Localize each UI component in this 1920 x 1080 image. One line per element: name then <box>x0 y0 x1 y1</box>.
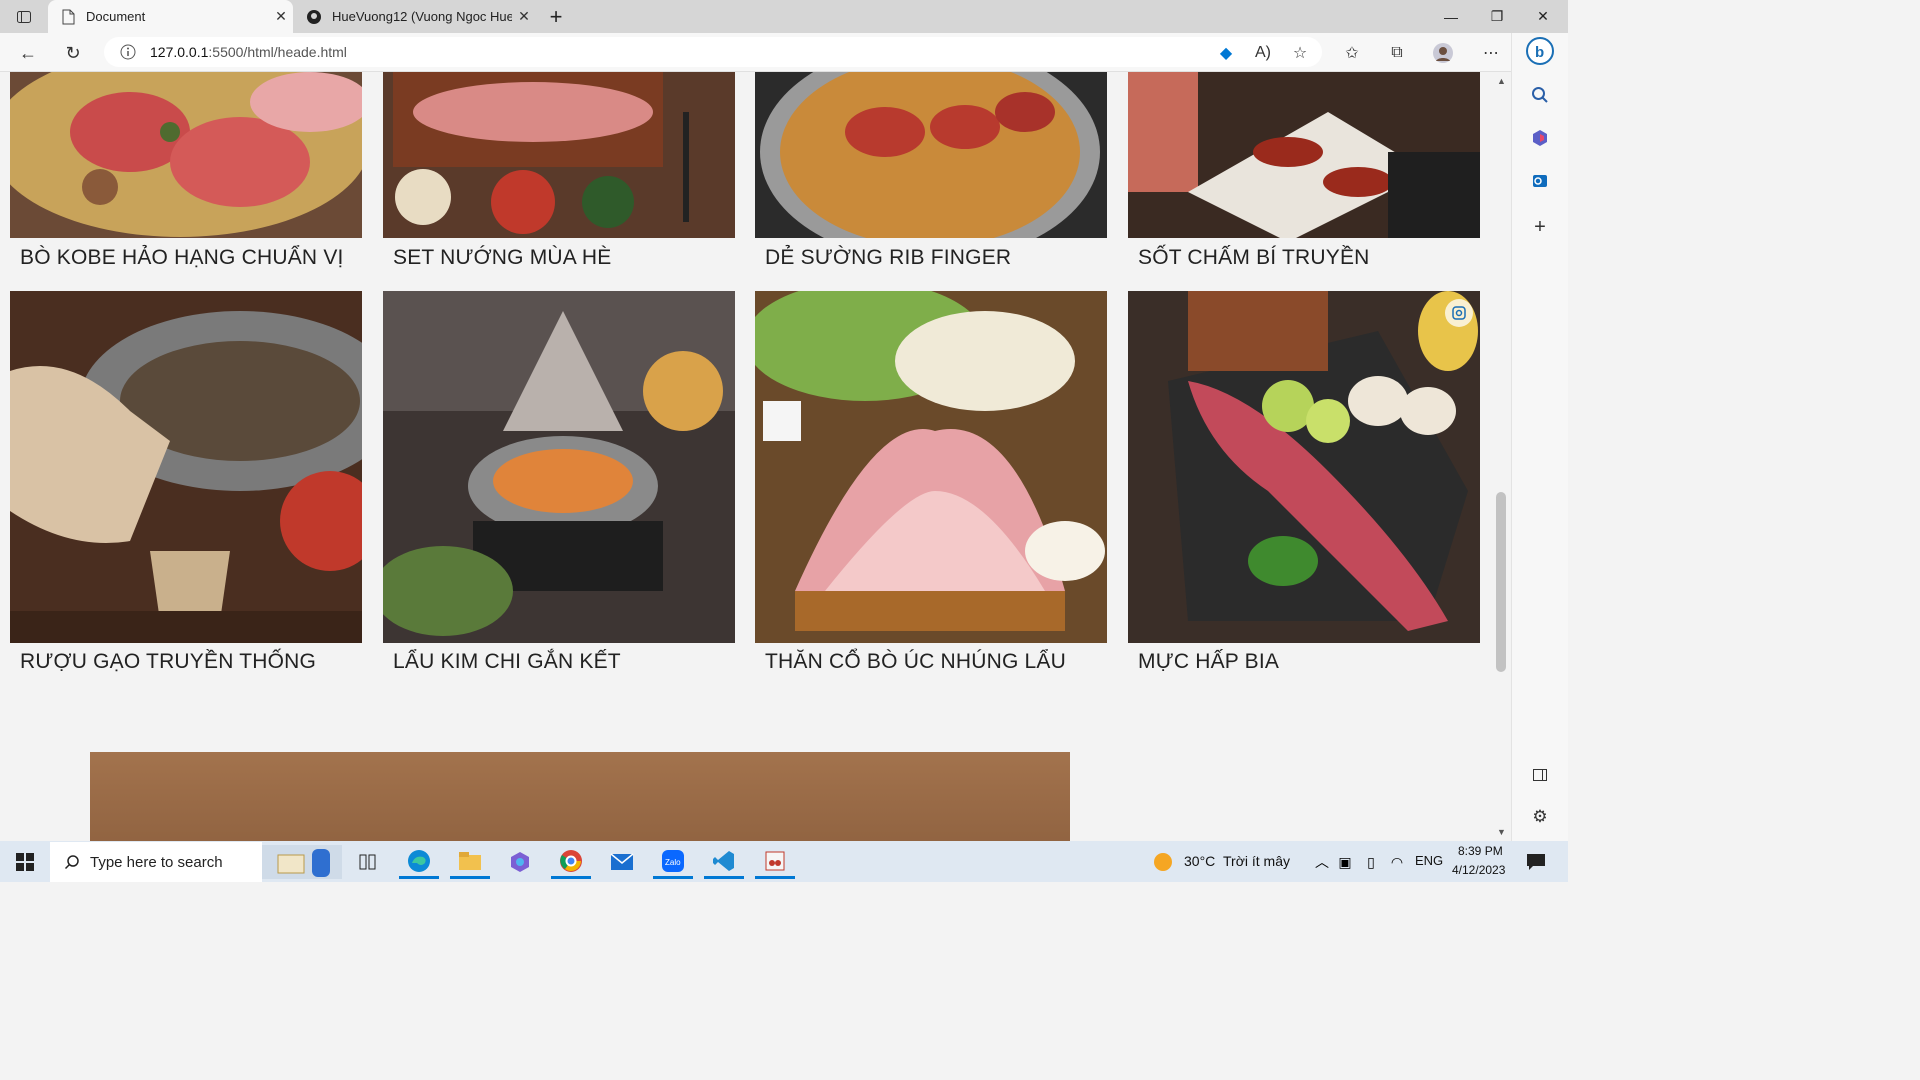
new-tab-button[interactable]: + <box>542 0 570 33</box>
info-icon <box>120 44 136 60</box>
scroll-down-icon[interactable]: ▼ <box>1497 827 1506 837</box>
back-button[interactable]: ← <box>12 37 44 69</box>
menu-item-title: BÒ KOBE HẢO HẠNG CHUẨN VỊ <box>20 246 344 269</box>
mail-icon[interactable] <box>602 845 642 879</box>
task-view-icon[interactable] <box>348 845 388 879</box>
menu-item-title: RƯỢU GẠO TRUYỀN THỐNG <box>20 650 317 673</box>
more-options-icon[interactable]: ⋯ <box>1479 41 1503 65</box>
address-bar[interactable]: 127.0.0.1:5500/html/heade.html <box>104 37 1322 67</box>
tab-document[interactable]: Document ✕ <box>48 0 293 33</box>
minimize-button[interactable]: — <box>1428 0 1474 33</box>
plus-icon: + <box>549 3 563 29</box>
close-icon: ✕ <box>1537 8 1549 24</box>
weather-icon[interactable] <box>1143 845 1183 879</box>
github-icon <box>306 9 322 25</box>
wifi-icon[interactable]: ◠ <box>1382 845 1412 879</box>
tab-title: Document <box>86 9 146 24</box>
notifications-icon[interactable] <box>1516 845 1556 879</box>
tab-actions-icon <box>16 9 32 25</box>
food-image <box>755 291 1107 643</box>
tab-title: HueVuong12 (Vuong Ngoc Hue) <box>332 9 512 24</box>
collections-icon[interactable]: ⧉ <box>1385 41 1409 65</box>
search-icon <box>64 854 80 870</box>
url-path: :5500/html/heade.html <box>208 44 347 60</box>
language-indicator[interactable]: ENG <box>1415 853 1443 868</box>
search-icon[interactable] <box>1526 81 1554 109</box>
visual-search-icon[interactable] <box>1445 299 1473 327</box>
edge-sidebar: b + ⚙ <box>1511 33 1568 841</box>
search-highlight-image[interactable] <box>262 845 342 879</box>
windows-taskbar: Type here to search Zalo 30°C Trời ít mâ… <box>0 841 1568 882</box>
office-icon[interactable] <box>1526 124 1554 152</box>
food-image <box>1128 291 1480 643</box>
tab-strip: Document ✕ HueVuong12 (Vuong Ngoc Hue) ✕… <box>0 0 1568 33</box>
banner-image <box>90 752 1070 841</box>
snipping-tool-icon[interactable] <box>755 845 795 879</box>
search-placeholder: Type here to search <box>90 853 223 871</box>
zalo-icon[interactable]: Zalo <box>653 845 693 879</box>
page-viewport: BÒ KOBE HẢO HẠNG CHUẨN VỊ SET NƯỚNG MÙA … <box>0 72 1510 841</box>
restore-button[interactable]: ❐ <box>1474 0 1520 33</box>
menu-item-title: SỐT CHẤM BÍ TRUYỀN <box>1138 246 1370 269</box>
svg-text:Zalo: Zalo <box>665 858 681 867</box>
page-icon <box>60 9 76 25</box>
address-toolbar: ← ↻ 127.0.0.1:5500/html/heade.html ◆ A) … <box>0 33 1568 72</box>
refresh-icon: ↻ <box>65 42 81 63</box>
menu-item-title: SET NƯỚNG MÙA HÈ <box>393 246 612 269</box>
weather-temperature: 30°C <box>1184 853 1216 869</box>
outlook-icon[interactable] <box>1526 167 1554 195</box>
chrome-icon[interactable] <box>551 845 591 879</box>
menu-item-title: THĂN CỔ BÒ ÚC NHÚNG LẨU <box>765 650 1066 673</box>
food-image <box>1128 72 1480 238</box>
menu-item-title: DẺ SƯỜNG RIB FINGER <box>765 246 1012 269</box>
windows-start-button[interactable] <box>5 845 45 879</box>
vertical-scrollbar[interactable]: ▲ ▼ <box>1493 72 1510 841</box>
close-tab-icon[interactable]: ✕ <box>512 8 536 25</box>
menu-item-title: MỰC HẤP BIA <box>1138 650 1280 673</box>
tab-actions-button[interactable] <box>8 0 40 33</box>
add-sidebar-app-icon[interactable]: + <box>1526 213 1554 241</box>
clock-date[interactable]: 4/12/2023 <box>1452 863 1505 877</box>
scroll-thumb[interactable] <box>1496 492 1506 672</box>
shopping-tag-icon[interactable]: ◆ <box>1214 41 1238 65</box>
food-image <box>383 72 735 238</box>
close-tab-icon[interactable]: ✕ <box>269 8 293 25</box>
hide-sidebar-icon[interactable] <box>1526 761 1554 789</box>
gear-icon[interactable]: ⚙ <box>1526 803 1554 831</box>
clock-time[interactable]: 8:39 PM <box>1458 844 1503 858</box>
favorites-icon[interactable]: ✩ <box>1340 41 1364 65</box>
minimize-icon: — <box>1444 8 1458 25</box>
food-image <box>10 291 362 643</box>
url-host: 127.0.0.1 <box>150 44 209 60</box>
file-explorer-icon[interactable] <box>450 845 490 879</box>
food-image <box>10 72 362 238</box>
close-window-button[interactable]: ✕ <box>1520 0 1566 33</box>
arrow-left-icon: ← <box>19 42 37 63</box>
vscode-icon[interactable] <box>704 845 744 879</box>
svg-text:b: b <box>1535 44 1544 61</box>
read-aloud-icon[interactable]: A) <box>1251 41 1275 65</box>
scroll-up-icon[interactable]: ▲ <box>1497 76 1506 86</box>
weather-description: Trời ít mây <box>1223 853 1290 869</box>
food-image <box>383 291 735 643</box>
refresh-button[interactable]: ↻ <box>57 37 89 69</box>
restore-icon: ❐ <box>1490 8 1504 24</box>
tab-github[interactable]: HueVuong12 (Vuong Ngoc Hue) ✕ <box>294 0 536 33</box>
profile-avatar[interactable] <box>1431 41 1455 65</box>
bing-chat-icon[interactable]: b <box>1526 37 1554 65</box>
taskbar-search[interactable]: Type here to search <box>50 842 262 882</box>
add-favorite-icon[interactable]: ☆ <box>1288 41 1312 65</box>
edge-taskbar-icon[interactable] <box>399 845 439 879</box>
food-image <box>755 72 1107 238</box>
menu-item-title: LẨU KIM CHI GẮN KẾT <box>393 650 621 673</box>
copilot-icon[interactable] <box>500 845 540 879</box>
